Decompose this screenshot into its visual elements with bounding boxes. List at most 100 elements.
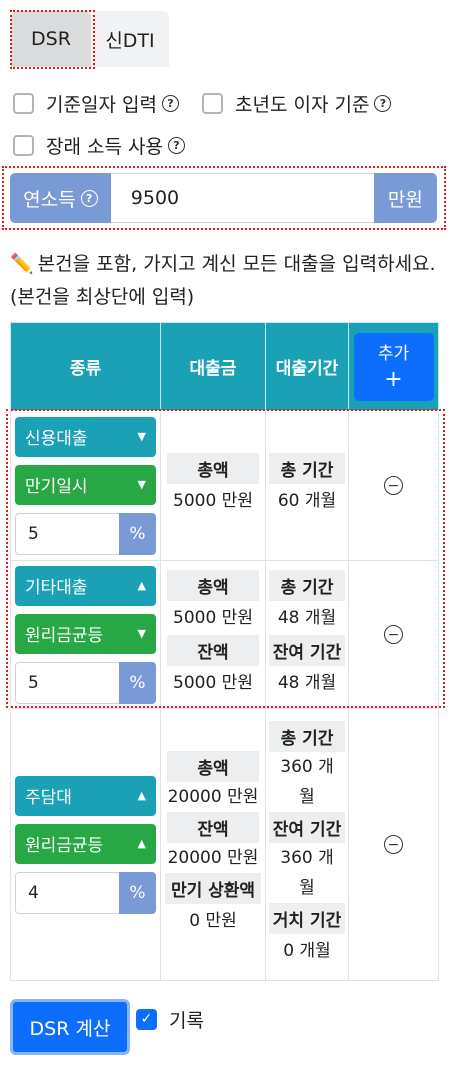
- year-interest-label: 초년도 이자 기준: [235, 94, 370, 116]
- table-row: 주담대 ▲ 원리금균등 ▲ % 총액 20000 만원 잔액 20000 만원 만기…: [10, 708, 439, 981]
- minus-circle-icon[interactable]: −: [384, 835, 403, 854]
- table-header: 종류 대출금 대출기간 추가 +: [10, 322, 439, 411]
- rate-group: %: [15, 661, 156, 704]
- total-value: 20000 만원: [167, 787, 259, 807]
- rate-input[interactable]: [15, 512, 119, 555]
- period-label: 총 기간: [269, 453, 345, 484]
- loan-type-value: 신용대출: [25, 429, 88, 449]
- caret-up-icon: ▲: [137, 789, 146, 802]
- loan-type-select[interactable]: 기타대출 ▲: [15, 565, 156, 606]
- record-checkbox[interactable]: ✓: [136, 1009, 157, 1030]
- option-year-interest[interactable]: 초년도 이자 기준 ?: [202, 90, 392, 117]
- caret-down-icon: ▼: [137, 430, 146, 443]
- loan-type-value: 기타대출: [25, 578, 88, 598]
- question-circle-icon[interactable]: ?: [167, 137, 185, 154]
- tab-dsr[interactable]: DSR: [11, 11, 91, 67]
- option-future-income[interactable]: 장래 소득 사용 ?: [13, 132, 185, 159]
- loan-type-cell: 주담대 ▲ 원리금균등 ▲ %: [10, 708, 161, 981]
- remain-value: 360 개월: [280, 848, 334, 898]
- balance-label: 잔액: [167, 634, 259, 666]
- period-cell: 총 기간 360 개월 잔여 기간 360 개월 거치 기간 0 개월: [265, 708, 349, 981]
- remove-cell: −: [348, 410, 439, 561]
- tab-bar: DSR 신DTI: [11, 11, 169, 67]
- rate-group: %: [15, 512, 156, 555]
- repay-type-select[interactable]: 만기일시 ▼: [15, 464, 156, 505]
- total-label: 총액: [167, 751, 259, 782]
- option-base-date[interactable]: 기준일자 입력 ?: [13, 90, 179, 117]
- base-date-checkbox[interactable]: [13, 93, 34, 114]
- pencil-icon: ✏️: [10, 253, 34, 275]
- caret-up-icon: ▲: [137, 579, 146, 592]
- future-income-checkbox[interactable]: [13, 135, 34, 156]
- maturity-label: 만기 상환액: [165, 873, 261, 904]
- period-value: 48 개월: [277, 607, 337, 628]
- total-value: 5000 만원: [173, 491, 253, 511]
- header-type: 종류: [10, 322, 161, 411]
- income-unit: 만원: [373, 173, 437, 223]
- grace-value: 0 개월: [283, 941, 331, 961]
- table-row: 신용대출 ▼ 만기일시 ▼ % 총액 5000 만원 총 기간 60 개월 −: [10, 410, 439, 561]
- loan-type-select[interactable]: 신용대출 ▼: [15, 416, 156, 457]
- repay-type-select[interactable]: 원리금균등 ▼: [15, 613, 156, 654]
- total-label: 총액: [167, 453, 259, 484]
- minus-circle-icon[interactable]: −: [384, 476, 403, 495]
- rate-input[interactable]: [15, 871, 119, 914]
- caret-down-icon: ▼: [137, 478, 146, 491]
- remove-cell: −: [348, 560, 439, 709]
- grace-label: 거치 기간: [269, 903, 345, 934]
- total-value: 5000 만원: [173, 607, 253, 628]
- income-group: 연소득 ? 만원: [10, 173, 437, 223]
- instruction-note: ✏️ 본건을 포함, 가지고 계신 모든 대출을 입력하세요. (본건을 최상단에…: [10, 248, 450, 314]
- income-input[interactable]: [110, 173, 374, 223]
- minus-circle-icon[interactable]: −: [384, 625, 403, 644]
- caret-down-icon: ▼: [137, 627, 146, 640]
- year-interest-checkbox[interactable]: [202, 93, 223, 114]
- balance-value: 20000 만원: [167, 848, 259, 868]
- record-label: 기록: [169, 1010, 204, 1032]
- header-add: 추가 +: [348, 322, 439, 411]
- rate-unit: %: [119, 661, 156, 704]
- loan-table: 종류 대출금 대출기간 추가 + 신용대출 ▼ 만기일시 ▼ % 총액 5000 만…: [10, 322, 439, 981]
- maturity-value: 0 만원: [189, 911, 237, 931]
- header-period: 대출기간: [265, 322, 349, 411]
- rate-unit: %: [119, 512, 156, 555]
- header-amount: 대출금: [160, 322, 266, 411]
- amount-cell: 총액 5000 만원: [160, 410, 266, 561]
- remain-value: 48 개월: [277, 672, 337, 693]
- amount-cell: 총액 20000 만원 잔액 20000 만원 만기 상환액 0 만원: [160, 708, 266, 981]
- future-income-label: 장래 소득 사용: [46, 136, 163, 158]
- period-value: 60 개월: [277, 491, 337, 511]
- loan-type-value: 주담대: [25, 788, 72, 808]
- add-label: 추가: [377, 343, 410, 364]
- add-loan-button[interactable]: 추가 +: [353, 332, 434, 401]
- repay-type-select[interactable]: 원리금균등 ▲: [15, 823, 156, 864]
- rate-unit: %: [119, 871, 156, 914]
- question-circle-icon[interactable]: ?: [161, 95, 179, 112]
- balance-value: 5000 만원: [173, 672, 253, 693]
- period-cell: 총 기간 48 개월 잔여 기간 48 개월: [265, 560, 349, 709]
- record-option[interactable]: ✓ 기록: [136, 1006, 204, 1033]
- loan-type-cell: 기타대출 ▲ 원리금균등 ▼ %: [10, 560, 161, 709]
- tab-new-dti[interactable]: 신DTI: [91, 11, 169, 67]
- income-label-text: 연소득: [23, 188, 76, 211]
- base-date-label: 기준일자 입력: [46, 94, 157, 116]
- question-circle-icon[interactable]: ?: [80, 189, 98, 207]
- income-label: 연소득 ?: [10, 173, 111, 223]
- loan-type-select[interactable]: 주담대 ▲: [15, 775, 156, 816]
- rate-group: %: [15, 871, 156, 914]
- dsr-calc-button[interactable]: DSR 계산: [10, 999, 130, 1055]
- remain-label: 잔여 기간: [269, 812, 345, 843]
- period-value: 360 개월: [280, 757, 334, 807]
- loan-type-cell: 신용대출 ▼ 만기일시 ▼ %: [10, 410, 161, 561]
- period-cell: 총 기간 60 개월: [265, 410, 349, 561]
- balance-label: 잔액: [167, 812, 259, 843]
- instruction-text: 본건을 포함, 가지고 계신 모든 대출을 입력하세요. (본건을 최상단에 입…: [10, 253, 436, 308]
- question-circle-icon[interactable]: ?: [374, 95, 392, 112]
- rate-input[interactable]: [15, 661, 119, 704]
- period-label: 총 기간: [269, 569, 345, 601]
- repay-type-value: 원리금균등: [25, 836, 104, 856]
- total-label: 총액: [167, 569, 259, 601]
- repay-type-value: 만기일시: [25, 477, 88, 497]
- remove-cell: −: [348, 708, 439, 981]
- table-row: 기타대출 ▲ 원리금균등 ▼ % 총액 5000 만원 잔액 5000 만원 총 기…: [10, 560, 439, 709]
